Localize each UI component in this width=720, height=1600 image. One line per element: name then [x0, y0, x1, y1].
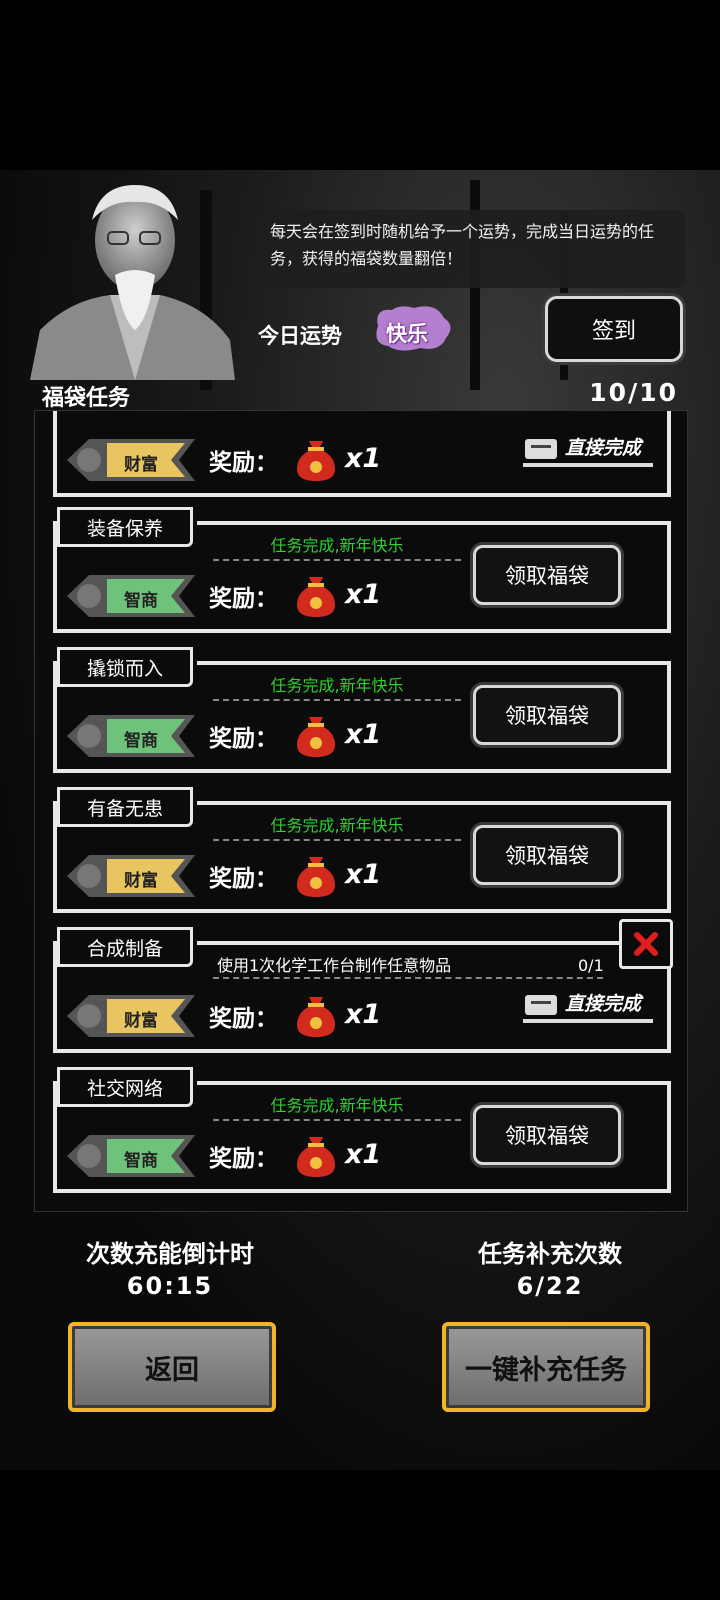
task-title: 有备无患	[57, 787, 193, 827]
task-status: 任务完成,新年快乐	[213, 813, 461, 841]
reward-quantity: x1	[345, 1139, 382, 1170]
task-card: 财富 奖励： x1 直接完成	[53, 411, 673, 497]
task-title: 合成制备	[57, 927, 193, 967]
fortune-value: 快乐	[386, 322, 428, 346]
character-portrait	[30, 185, 235, 380]
iq-tag: 智商	[67, 573, 195, 619]
ticket-icon	[525, 439, 557, 459]
task-card: 装备保养 任务完成,新年快乐 智商 奖励： x1 领取福袋	[53, 507, 673, 633]
claim-bag-button[interactable]: 领取福袋	[473, 685, 621, 745]
task-title: 装备保养	[57, 507, 193, 547]
reward-label: 奖励：	[209, 450, 278, 476]
cancel-task-button[interactable]	[619, 919, 673, 969]
reward-label: 奖励：	[209, 1146, 278, 1172]
task-description: 使用1次化学工作台制作任意物品	[213, 953, 603, 979]
reward-label: 奖励：	[209, 866, 278, 892]
refill-count-value: 6/22	[516, 1272, 584, 1300]
reward-quantity: x1	[345, 443, 382, 474]
countdown-value: 60:15	[126, 1272, 214, 1300]
iq-tag: 智商	[67, 713, 195, 759]
refill-count-label: 任务补充次数	[478, 1240, 622, 1268]
claim-bag-button[interactable]: 领取福袋	[473, 1105, 621, 1165]
reward-quantity: x1	[345, 859, 382, 890]
section-title: 福袋任务	[42, 386, 131, 411]
close-icon	[634, 932, 658, 956]
lucky-bag-icon	[297, 577, 335, 617]
direct-complete-button[interactable]: 直接完成	[523, 987, 663, 1033]
wealth-tag: 财富	[67, 853, 195, 899]
task-status: 任务完成,新年快乐	[213, 673, 461, 701]
claim-bag-button[interactable]: 领取福袋	[473, 825, 621, 885]
task-card: 合成制备 使用1次化学工作台制作任意物品 0/1 财富 奖励： x1 直接完成	[53, 919, 673, 1053]
task-title: 社交网络	[57, 1067, 193, 1107]
claim-bag-button[interactable]: 领取福袋	[473, 545, 621, 605]
ticket-icon	[525, 995, 557, 1015]
reward-quantity: x1	[345, 719, 382, 750]
lucky-bag-icon	[297, 1137, 335, 1177]
task-status: 任务完成,新年快乐	[213, 1093, 461, 1121]
task-progress: 0/1	[578, 956, 604, 975]
lucky-bag-icon	[297, 997, 335, 1037]
reward-quantity: x1	[345, 579, 382, 610]
fortune-info-box: 每天会在签到时随机给予一个运势，完成当日运势的任务，获得的福袋数量翻倍！	[260, 210, 685, 288]
task-title: 撬锁而入	[57, 647, 193, 687]
wealth-tag: 财富	[67, 437, 195, 483]
lucky-bag-icon	[297, 441, 335, 481]
reward-quantity: x1	[345, 999, 382, 1030]
task-card: 有备无患 任务完成,新年快乐 财富 奖励： x1 领取福袋	[53, 787, 673, 913]
direct-complete-button[interactable]: 直接完成	[523, 431, 663, 477]
back-button[interactable]: 返回	[68, 1322, 276, 1412]
task-list[interactable]: 财富 奖励： x1 直接完成 装备保养 任务完成,新年快乐 智商 奖励： x1 …	[34, 410, 688, 1212]
refill-tasks-button[interactable]: 一键补充任务	[442, 1322, 650, 1412]
task-card: 撬锁而入 任务完成,新年快乐 智商 奖励： x1 领取福袋	[53, 647, 673, 773]
task-card: 社交网络 任务完成,新年快乐 智商 奖励： x1 领取福袋	[53, 1067, 673, 1193]
reward-label: 奖励：	[209, 586, 278, 612]
lucky-bag-icon	[297, 857, 335, 897]
fortune-badge: 快乐	[370, 304, 456, 354]
sign-in-button[interactable]: 签到	[545, 296, 683, 362]
lucky-bag-icon	[297, 717, 335, 757]
reward-label: 奖励：	[209, 1006, 278, 1032]
iq-tag: 智商	[67, 1133, 195, 1179]
task-status: 任务完成,新年快乐	[213, 533, 461, 561]
fortune-label: 今日运势	[258, 324, 342, 348]
task-count: 10/10	[589, 378, 678, 407]
reward-label: 奖励：	[209, 726, 278, 752]
countdown-label: 次数充能倒计时	[86, 1240, 254, 1268]
wealth-tag: 财富	[67, 993, 195, 1039]
